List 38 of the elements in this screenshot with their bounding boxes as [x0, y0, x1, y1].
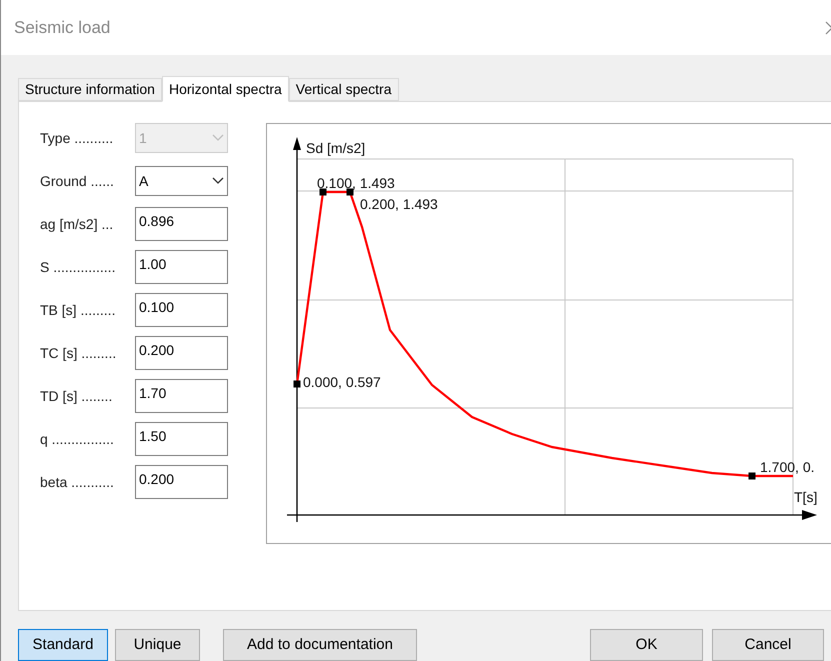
chevron-down-icon [212, 134, 224, 142]
field-label: Type .......... [40, 128, 114, 148]
x-axis-label: T[s] [794, 489, 818, 505]
dropdown[interactable]: A [135, 166, 228, 196]
field-label: TC [s] ......... [40, 344, 118, 363]
cancel-button[interactable]: Cancel [712, 629, 824, 661]
data-point [320, 188, 326, 196]
data-point [346, 188, 354, 196]
data-label: 0.000, 0.597 [303, 374, 381, 390]
data-label: 1.700, 0. [760, 459, 814, 475]
input-field[interactable]: 1.50 [135, 422, 228, 456]
field-label: Ground ...... [40, 172, 115, 190]
mode-button[interactable]: Unique [115, 629, 200, 661]
data-label: 0.100, 1.493 [317, 175, 395, 191]
input-field[interactable]: 1.00 [135, 250, 228, 284]
window-title: Seismic load [14, 16, 110, 39]
chevron-down-icon [212, 177, 224, 185]
tab[interactable]: Vertical spectra [288, 78, 398, 101]
add-to-documentation-button[interactable]: Add to documentation [223, 629, 417, 661]
data-label: 0.200, 1.493 [360, 196, 438, 212]
data-point [748, 472, 756, 480]
mode-button[interactable]: Standard [18, 629, 108, 661]
input-field[interactable]: 0.200 [135, 336, 228, 370]
tab[interactable]: Structure information [18, 78, 162, 101]
field-label: S ................ [40, 258, 116, 276]
tab[interactable]: Horizontal spectra [162, 76, 289, 102]
field-label: TD [s] ........ [40, 386, 114, 406]
ok-button[interactable]: OK [590, 629, 703, 661]
field-label: ag [m/s2] ... [40, 214, 114, 234]
input-field[interactable]: 0.200 [135, 465, 228, 499]
input-field[interactable]: 0.896 [135, 207, 228, 241]
field-label: q ................ [40, 430, 115, 449]
data-point [294, 380, 300, 388]
y-axis-label: Sd [m/s2] [306, 140, 366, 156]
field-label: TB [s] ......... [40, 300, 116, 320]
field-label: beta ........... [40, 472, 115, 492]
input-field[interactable]: 1.70 [135, 379, 228, 413]
input-field[interactable]: 0.100 [135, 293, 228, 327]
